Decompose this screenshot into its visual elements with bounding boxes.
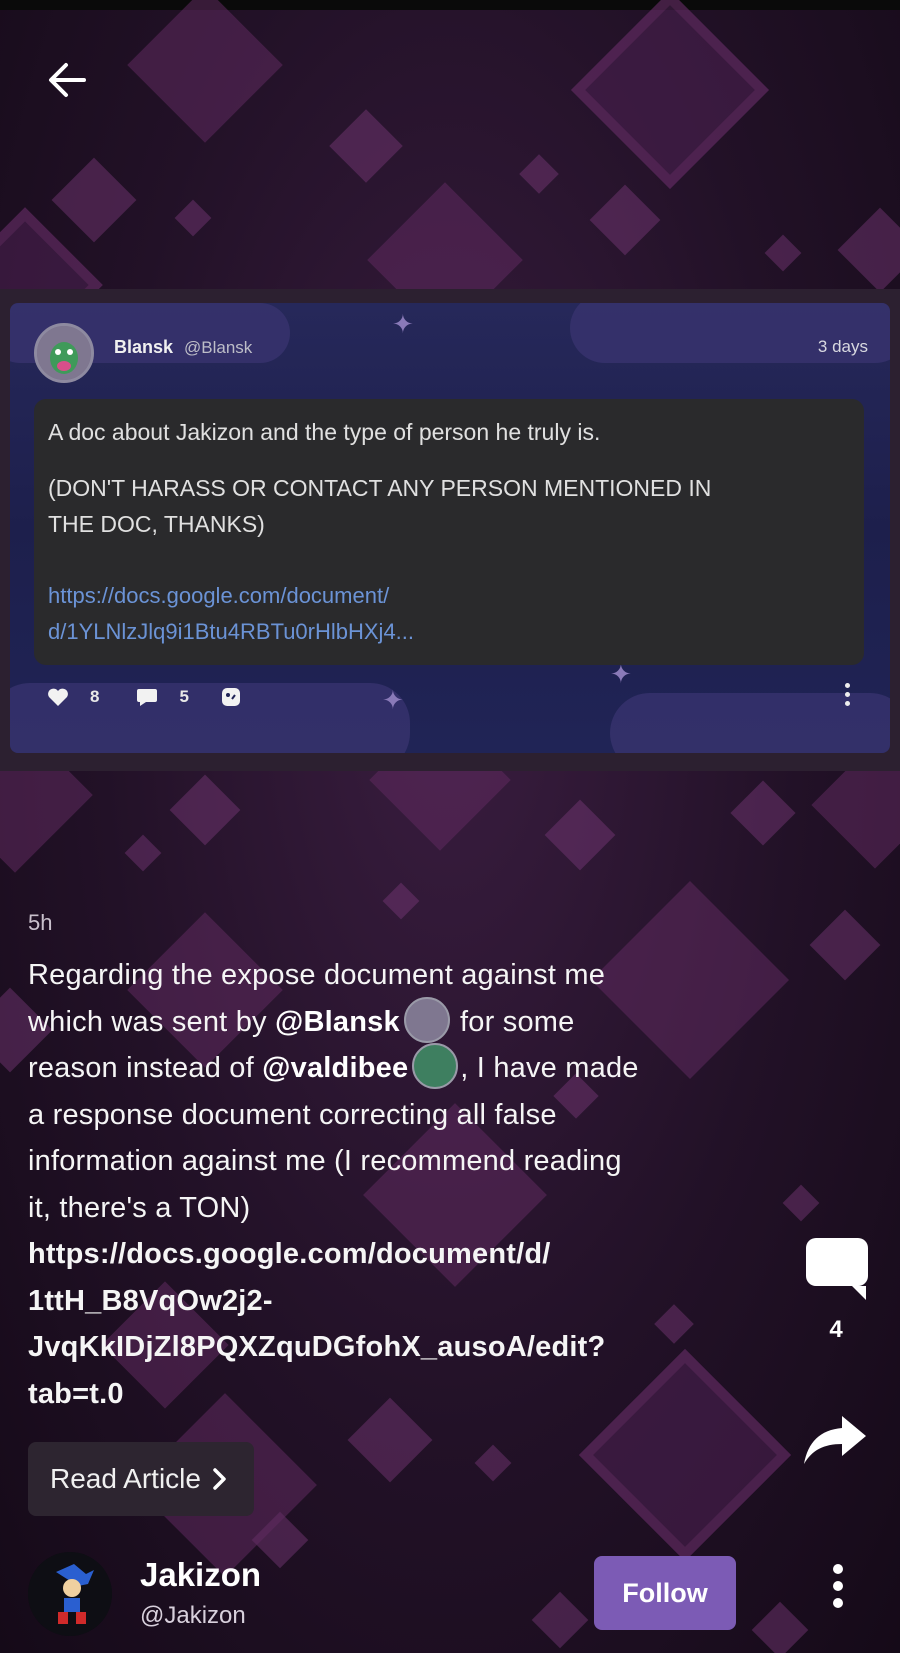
post-text-line: it, there's a TON) [28, 1191, 251, 1224]
post-text: , I have made [460, 1052, 639, 1084]
read-article-label: Read Article [50, 1463, 201, 1494]
embed-line: (DON'T HARASS OR CONTACT ANY PERSON MENT… [48, 475, 712, 501]
post-text-line: reason instead of @valdibee , I have made [28, 1043, 748, 1092]
author-handle: @Jakizon [140, 1602, 246, 1629]
sparkle-icon: ✦ [392, 309, 414, 339]
back-arrow-icon [49, 63, 86, 97]
embed-like-count: 8 [90, 687, 100, 706]
back-button[interactable] [38, 52, 94, 108]
mention-avatar [412, 1043, 459, 1090]
doc-link[interactable]: tab=t.0 [28, 1371, 748, 1418]
post-text-line: Regarding the expose document against me [28, 959, 606, 991]
mention-link[interactable]: @Blansk [275, 1006, 400, 1038]
chevron-right-icon [213, 1468, 226, 1490]
comment-icon [135, 685, 159, 709]
reaction-icon [219, 685, 243, 709]
more-options-button[interactable] [820, 1556, 856, 1616]
embed-text-card: A doc about Jakizon and the type of pers… [34, 399, 864, 665]
embed-more-icon [845, 683, 850, 706]
post-text: reason instead of [28, 1052, 263, 1084]
share-button[interactable] [800, 1412, 872, 1468]
author-avatar[interactable] [28, 1552, 112, 1636]
share-icon [804, 1416, 866, 1464]
post-timestamp: 5h [28, 910, 53, 935]
embed-link: d/1YLNlzJlq9i1Btu4RBTu0rHlbHXj4... [48, 619, 415, 644]
embed-timestamp: 3 days [817, 337, 868, 356]
author-name[interactable]: Jakizon [140, 1556, 261, 1594]
follow-button[interactable]: Follow [594, 1556, 736, 1630]
more-icon-dot [833, 1598, 843, 1608]
post-text-line: which was sent by @Blansk for some [28, 996, 748, 1046]
embed-stats: 8 5 [46, 685, 243, 709]
sparkle-icon: ✦ [382, 685, 404, 715]
comment-count: 4 [829, 1316, 843, 1343]
more-icon-dot [833, 1581, 843, 1591]
embed-link: https://docs.google.com/document/ [48, 583, 390, 608]
post-text: which was sent by [28, 1005, 275, 1038]
embed-author-handle: @Blansk [184, 338, 253, 357]
mention-avatar [403, 996, 450, 1043]
embedded-post: ✦ ✦ ✦ Blansk @Blansk 3 days A doc about … [10, 303, 890, 753]
embed-line: THE DOC, THANKS) [48, 511, 265, 537]
comment-icon [806, 1238, 868, 1300]
app-screen: ✦ ✦ ✦ Blansk @Blansk 3 days A doc about … [0, 0, 900, 1653]
doc-link[interactable]: 1ttH_B8VqOw2j2- [28, 1278, 748, 1325]
embed-author-name: Blansk [114, 337, 174, 357]
embedded-post-image: ✦ ✦ ✦ Blansk @Blansk 3 days A doc about … [0, 289, 900, 771]
mention-link[interactable]: @valdibee [262, 1052, 408, 1084]
post-text: for some [451, 1005, 575, 1038]
status-bar [0, 0, 900, 10]
post-text-line: a response document correcting all false [28, 1098, 557, 1131]
post-text-line: information against me (I recommend read… [28, 1145, 622, 1177]
post-body: Regarding the expose document against me… [28, 952, 748, 1417]
embed-avatar [34, 323, 94, 383]
read-article-button[interactable]: Read Article [28, 1442, 254, 1516]
embed-line: A doc about Jakizon and the type of pers… [48, 419, 601, 445]
doc-link[interactable]: JvqKkIDjZl8PQXZquDGfohX_ausoA/edit? [28, 1324, 748, 1371]
heart-icon [46, 685, 70, 709]
more-icon-dot [833, 1564, 843, 1574]
comment-button[interactable] [804, 1236, 870, 1300]
doc-link[interactable]: https://docs.google.com/document/d/ [28, 1231, 748, 1278]
embed-comment-count: 5 [179, 687, 189, 706]
